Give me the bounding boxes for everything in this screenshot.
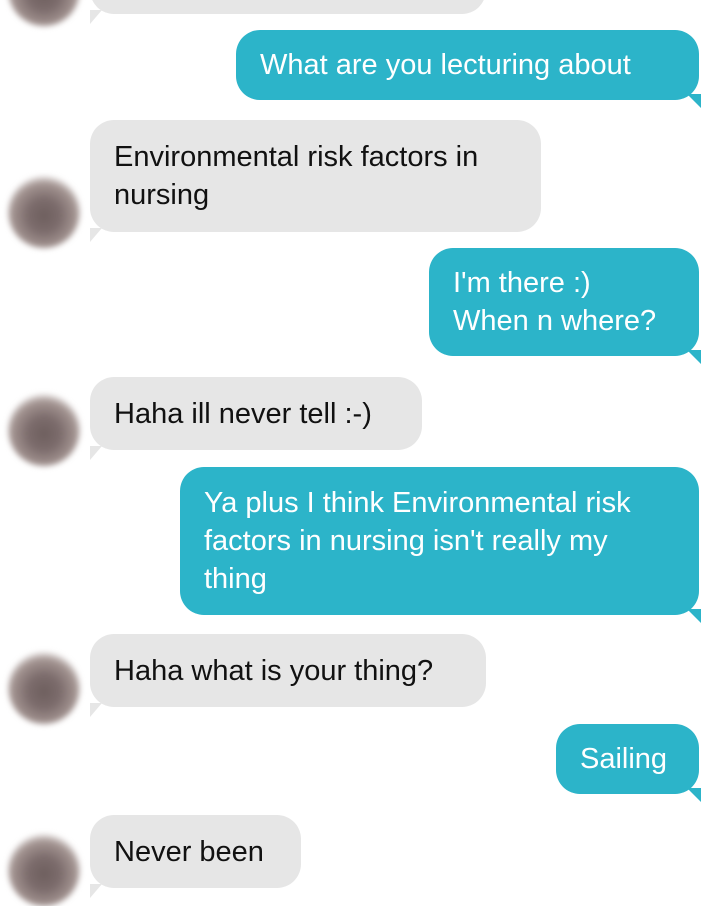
previous-message-bubble[interactable] <box>90 0 486 14</box>
contact-avatar-icon <box>8 0 80 26</box>
message-text: Haha what is your thing? <box>114 654 434 687</box>
message-bubble-incoming[interactable]: Haha ill never tell :-) <box>90 377 422 450</box>
message-bubble-outgoing[interactable]: I'm there :) When n where? <box>429 248 699 356</box>
message-text: Never been <box>114 835 264 868</box>
message-bubble-incoming[interactable]: Environmental risk factors in nursing <box>90 120 541 232</box>
message-text: Haha ill never tell :-) <box>114 397 372 430</box>
message-text: What are you lecturing about <box>260 49 631 81</box>
message-text: I'm there :) When n where? <box>453 267 657 337</box>
message-bubble-outgoing[interactable]: What are you lecturing about <box>236 30 699 100</box>
contact-avatar-icon <box>8 176 80 248</box>
contact-avatar-icon <box>8 834 80 906</box>
contact-avatar-icon <box>8 394 80 466</box>
message-bubble-incoming[interactable]: Haha what is your thing? <box>90 634 486 707</box>
message-bubble-incoming[interactable]: Never been <box>90 815 301 888</box>
message-text: Ya plus I think Environmental risk facto… <box>204 487 631 595</box>
message-text: Sailing <box>580 743 668 775</box>
message-text: Environmental risk factors in nursing <box>114 141 479 211</box>
message-bubble-outgoing[interactable]: Ya plus I think Environmental risk facto… <box>180 467 699 615</box>
contact-avatar-icon <box>8 652 80 724</box>
message-bubble-outgoing[interactable]: Sailing <box>556 724 699 794</box>
message-thread: What are you lecturing about Environment… <box>0 0 719 906</box>
